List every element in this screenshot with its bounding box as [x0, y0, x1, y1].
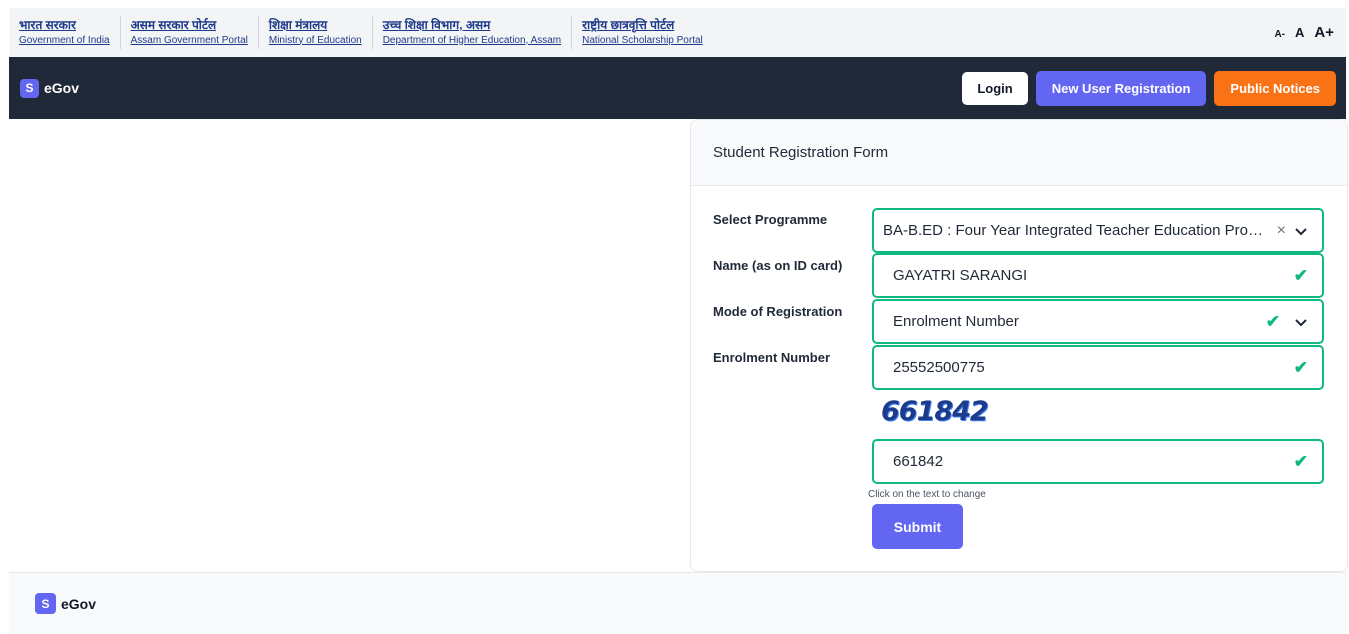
footer: S eGov [9, 572, 1346, 634]
programme-value: BA-B.ED : Four Year Integrated Teacher E… [883, 222, 1271, 239]
enrolment-field[interactable]: 25552500775 ✔ [872, 345, 1324, 390]
programme-select[interactable]: BA-B.ED : Four Year Integrated Teacher E… [872, 208, 1324, 253]
check-icon: ✔ [1265, 311, 1280, 331]
footer-brand[interactable]: S eGov [35, 593, 96, 614]
form-title: Student Registration Form [691, 120, 1347, 186]
font-decrease-button[interactable]: A- [1274, 29, 1285, 40]
chevron-down-icon[interactable] [1294, 224, 1308, 238]
navbar: S eGov Login New User Registration Publi… [9, 57, 1346, 119]
check-icon: ✔ [1293, 357, 1308, 377]
mode-label: Mode of Registration [713, 304, 843, 319]
submit-button[interactable]: Submit [872, 504, 963, 549]
check-icon: ✔ [1293, 451, 1308, 471]
captcha-image[interactable]: 661842 [881, 396, 989, 427]
brand[interactable]: S eGov [20, 78, 80, 98]
gov-link-english[interactable]: Assam Government Portal [131, 34, 248, 48]
gov-link-hindi[interactable]: असम सरकार पोर्टल [131, 18, 248, 33]
enrolment-value: 25552500775 [893, 359, 985, 376]
name-field[interactable]: GAYATRI SARANGI ✔ [872, 253, 1324, 298]
login-button[interactable]: Login [962, 71, 1028, 105]
gov-link-higher-education[interactable]: उच्च शिक्षा विभाग, असम Department of Hig… [373, 16, 573, 49]
gov-link-hindi[interactable]: उच्च शिक्षा विभाग, असम [383, 18, 561, 33]
gov-link-english[interactable]: Government of India [19, 34, 110, 48]
name-value: GAYATRI SARANGI [893, 267, 1028, 284]
new-user-registration-button[interactable]: New User Registration [1035, 70, 1207, 106]
gov-link-english[interactable]: National Scholarship Portal [582, 34, 703, 48]
captcha-input-value: 661842 [893, 453, 944, 470]
mode-select[interactable]: Enrolment Number ✔ [872, 299, 1324, 344]
enrolment-label: Enrolment Number [713, 350, 831, 365]
font-size-controls: A- A A+ [1274, 24, 1346, 41]
gov-link-education[interactable]: शिक्षा मंत्रालय Ministry of Education [259, 16, 373, 49]
mode-value: Enrolment Number [893, 313, 1019, 330]
gov-link-india[interactable]: भारत सरकार Government of India [9, 16, 121, 49]
registration-card: Student Registration Form Select Program… [690, 119, 1348, 572]
gov-link-english[interactable]: Ministry of Education [269, 34, 362, 48]
nav-actions: Login New User Registration Public Notic… [962, 70, 1346, 106]
gov-link-hindi[interactable]: राष्ट्रीय छात्रवृत्ति पोर्टल [582, 18, 703, 33]
gov-link-hindi[interactable]: शिक्षा मंत्रालय [269, 18, 362, 33]
captcha-hint: Click on the text to change [868, 489, 986, 500]
logo-icon: S [35, 593, 56, 614]
gov-links-bar: भारत सरकार Government of India असम सरकार… [9, 8, 1346, 57]
check-icon: ✔ [1293, 265, 1308, 285]
gov-link-assam[interactable]: असम सरकार पोर्टल Assam Government Portal [121, 16, 259, 49]
gov-link-scholarship[interactable]: राष्ट्रीय छात्रवृत्ति पोर्टल National Sc… [572, 16, 713, 49]
brand-name: eGov [61, 595, 97, 612]
font-increase-button[interactable]: A+ [1314, 24, 1334, 41]
programme-label: Select Programme [713, 212, 828, 227]
name-label: Name (as on ID card) [713, 258, 843, 273]
public-notices-button[interactable]: Public Notices [1214, 70, 1336, 106]
gov-link-hindi[interactable]: भारत सरकार [19, 18, 110, 33]
chevron-down-icon[interactable] [1294, 315, 1308, 329]
font-normal-button[interactable]: A [1295, 25, 1304, 40]
captcha-input[interactable]: 661842 ✔ [872, 439, 1324, 484]
main-content: Student Registration Form Select Program… [9, 119, 1348, 572]
logo-icon: S [20, 78, 39, 98]
brand-name: eGov [44, 80, 80, 96]
clear-icon[interactable]: × [1277, 222, 1286, 240]
gov-link-english[interactable]: Department of Higher Education, Assam [383, 34, 561, 48]
